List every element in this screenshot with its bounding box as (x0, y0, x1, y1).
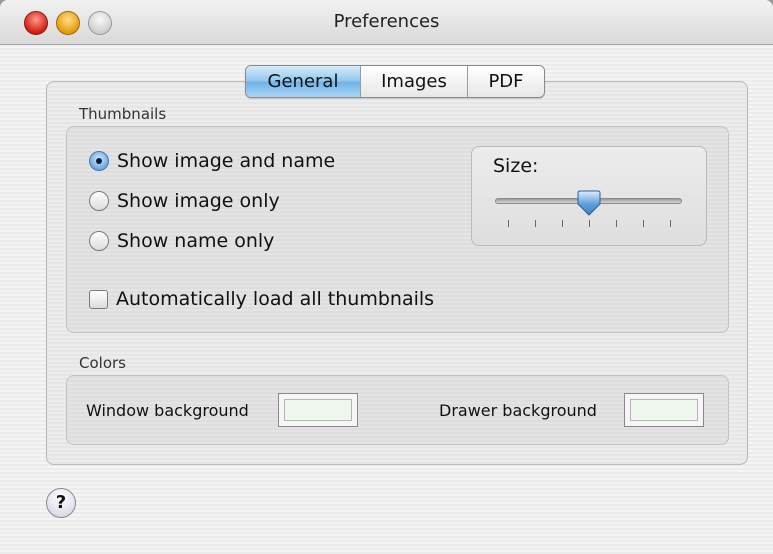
radio-option-show-image-only[interactable]: Show image only (89, 188, 280, 214)
size-slider-thumb[interactable] (577, 189, 601, 217)
thumbnails-group-label: Thumbnails (79, 105, 167, 123)
auto-load-thumbnails-checkbox[interactable] (89, 289, 108, 309)
preferences-window: Preferences General Images PDF Thumbnail… (0, 0, 773, 554)
checkbox-label: Automatically load all thumbnails (116, 288, 435, 310)
slider-tick (535, 220, 536, 227)
window-background-label: Window background (86, 401, 249, 420)
auto-load-thumbnails-checkbox-row[interactable]: Automatically load all thumbnails (89, 286, 434, 312)
drawer-background-swatch (630, 399, 698, 421)
drawer-background-color-well[interactable] (624, 393, 704, 427)
radio-button[interactable] (89, 231, 109, 251)
radio-label: Show image and name (117, 150, 336, 172)
slider-tick (562, 220, 563, 227)
slider-tick (670, 220, 671, 227)
slider-tick (589, 220, 590, 227)
window-title: Preferences (333, 11, 440, 32)
slider-tick (508, 220, 509, 227)
tab-general[interactable]: General (246, 66, 360, 97)
radio-option-show-name-only[interactable]: Show name only (89, 228, 274, 254)
window-background-color-well[interactable] (278, 393, 358, 427)
radio-button[interactable] (89, 191, 109, 211)
help-button[interactable]: ? (46, 488, 76, 518)
tab-pdf[interactable]: PDF (467, 66, 544, 97)
radio-button[interactable] (89, 151, 109, 171)
tab-images[interactable]: Images (360, 66, 467, 97)
slider-tick (616, 220, 617, 227)
size-label: Size: (493, 155, 539, 177)
radio-label: Show name only (117, 230, 275, 252)
title-bar[interactable]: Preferences (0, 0, 773, 45)
colors-group-label: Colors (79, 354, 126, 372)
drawer-background-label: Drawer background (439, 401, 597, 420)
radio-option-show-image-and-name[interactable]: Show image and name (89, 148, 335, 174)
slider-tick (643, 220, 644, 227)
radio-label: Show image only (117, 190, 280, 212)
size-box: Size: (471, 146, 707, 246)
tab-bar: General Images PDF (245, 65, 545, 98)
window-background-swatch (284, 399, 352, 421)
